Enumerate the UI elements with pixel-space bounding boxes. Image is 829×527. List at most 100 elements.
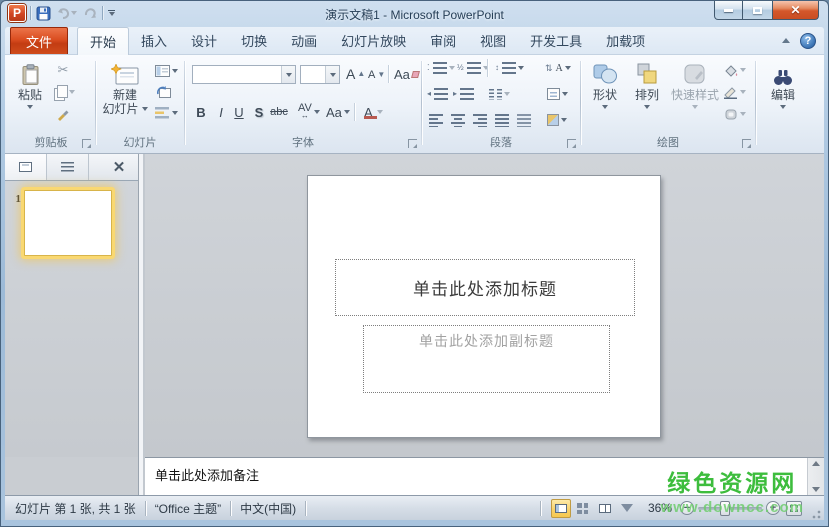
slide-canvas[interactable]: 单击此处添加标题 单击此处添加副标题: [307, 175, 661, 438]
reading-view-button[interactable]: [595, 499, 615, 518]
reset-slide-button[interactable]: [155, 83, 173, 101]
font-color-button[interactable]: A: [362, 103, 383, 121]
undo-dropdown-arrow-icon[interactable]: [71, 11, 77, 15]
subtitle-placeholder[interactable]: 单击此处添加副标题: [363, 325, 610, 393]
shapes-button[interactable]: 形状: [586, 60, 624, 109]
scroll-up-icon[interactable]: [812, 461, 820, 466]
paragraph-dialog-launcher[interactable]: [567, 139, 576, 148]
zoom-in-button[interactable]: +: [766, 501, 780, 515]
format-painter-button[interactable]: [54, 105, 72, 123]
outline-tab[interactable]: [47, 154, 89, 180]
notes-splitter[interactable]: [138, 457, 145, 495]
tab-slideshow[interactable]: 幻灯片放映: [329, 27, 418, 54]
undo-button[interactable]: [56, 4, 78, 22]
quick-styles-button[interactable]: 快速样式: [670, 60, 720, 109]
align-center-button[interactable]: [449, 111, 467, 129]
tab-review[interactable]: 审阅: [418, 27, 468, 54]
shape-fill-button[interactable]: [724, 61, 746, 79]
align-right-button[interactable]: [471, 111, 489, 129]
close-panel-button[interactable]: ✕: [100, 154, 138, 180]
theme-name[interactable]: “Office 主题”: [155, 500, 221, 517]
justify-button[interactable]: [493, 111, 511, 129]
change-case-label: Aa: [326, 105, 342, 120]
zoom-slider-thumb[interactable]: [720, 501, 730, 516]
title-placeholder[interactable]: 单击此处添加标题: [335, 259, 635, 316]
redo-button[interactable]: [82, 4, 98, 22]
shape-outline-button[interactable]: [724, 83, 746, 101]
italic-button[interactable]: I: [212, 103, 230, 121]
drawing-dialog-launcher[interactable]: [742, 139, 751, 148]
text-shadow-button[interactable]: S: [250, 103, 268, 121]
font-name-combobox[interactable]: [192, 65, 296, 84]
tab-design[interactable]: 设计: [179, 27, 229, 54]
underline-button[interactable]: U: [230, 103, 248, 121]
bold-button[interactable]: B: [192, 103, 210, 121]
section-button[interactable]: [155, 104, 178, 122]
font-name-dropdown[interactable]: [281, 66, 295, 83]
font-dialog-launcher[interactable]: [408, 139, 417, 148]
strikethrough-button[interactable]: abc: [270, 103, 288, 121]
columns-button[interactable]: [489, 85, 510, 103]
tab-addins[interactable]: 加载项: [594, 27, 657, 54]
align-left-button[interactable]: [427, 111, 445, 129]
resize-grip[interactable]: [810, 508, 822, 520]
copy-button[interactable]: [54, 83, 75, 101]
panel-splitter[interactable]: [138, 154, 145, 457]
tab-insert[interactable]: 插入: [129, 27, 179, 54]
notes-scrollbar[interactable]: [807, 458, 824, 495]
slideshow-view-button[interactable]: [617, 499, 637, 518]
tab-home[interactable]: 开始: [77, 27, 129, 55]
arrange-button[interactable]: 排列: [628, 60, 666, 109]
tab-file[interactable]: 文件: [10, 27, 68, 54]
font-group-label: 字体: [186, 134, 420, 150]
align-text-button[interactable]: [547, 85, 568, 103]
cut-button[interactable]: ✂: [54, 61, 72, 79]
shape-effects-button[interactable]: [724, 105, 746, 123]
slide-sorter-view-button[interactable]: [573, 499, 593, 518]
increase-indent-button[interactable]: ▸: [453, 85, 474, 103]
tab-transitions[interactable]: 切换: [229, 27, 279, 54]
clear-formatting-button[interactable]: Aa: [394, 65, 419, 83]
slides-tab[interactable]: [5, 154, 47, 180]
layout-button[interactable]: [155, 62, 178, 80]
tab-developer[interactable]: 开发工具: [518, 27, 594, 54]
tab-view[interactable]: 视图: [468, 27, 518, 54]
editing-button[interactable]: 编辑: [762, 60, 804, 109]
notes-pane[interactable]: 单击此处添加备注: [145, 457, 824, 495]
zoom-level[interactable]: 36%: [648, 501, 672, 515]
decrease-indent-button[interactable]: ◂: [427, 85, 448, 103]
tab-animations[interactable]: 动画: [279, 27, 329, 54]
notes-placeholder[interactable]: 单击此处添加备注: [145, 458, 824, 484]
text-direction-button[interactable]: ⇅A: [545, 59, 571, 77]
character-spacing-button[interactable]: AV↔: [298, 103, 320, 121]
shrink-font-button[interactable]: A▼: [368, 66, 386, 84]
editing-group: 编辑: [757, 57, 809, 151]
clipboard-dialog-launcher[interactable]: [82, 139, 91, 148]
numbering-button[interactable]: ½: [457, 59, 489, 77]
minimize-button[interactable]: [714, 1, 743, 20]
language-indicator[interactable]: 中文(中国): [240, 500, 296, 517]
help-button[interactable]: ?: [800, 33, 816, 49]
fit-to-window-button[interactable]: [786, 501, 802, 516]
zoom-slider[interactable]: [698, 507, 762, 510]
slide-thumbnail[interactable]: [24, 190, 112, 256]
paste-button[interactable]: 粘贴: [12, 60, 48, 109]
bullets-button[interactable]: ⁚: [427, 59, 455, 77]
scroll-down-icon[interactable]: [812, 487, 820, 492]
font-size-combobox[interactable]: [300, 65, 340, 84]
powerpoint-app-icon[interactable]: P: [8, 4, 26, 22]
collapse-ribbon-icon[interactable]: [782, 38, 790, 43]
change-case-button[interactable]: Aa: [326, 103, 350, 121]
normal-view-button[interactable]: [551, 499, 571, 518]
zoom-out-button[interactable]: −: [680, 501, 694, 515]
maximize-button[interactable]: [743, 1, 772, 20]
save-button[interactable]: [35, 4, 52, 22]
customize-qat-button[interactable]: [107, 4, 116, 22]
convert-smartart-button[interactable]: [547, 111, 567, 129]
font-size-dropdown[interactable]: [325, 66, 339, 83]
new-slide-button[interactable]: 新建 幻灯片: [99, 60, 151, 116]
close-button[interactable]: ✕: [772, 1, 819, 20]
grow-font-button[interactable]: A▲: [346, 65, 366, 83]
distribute-button[interactable]: [515, 111, 533, 129]
line-spacing-button[interactable]: ↕: [495, 59, 524, 77]
